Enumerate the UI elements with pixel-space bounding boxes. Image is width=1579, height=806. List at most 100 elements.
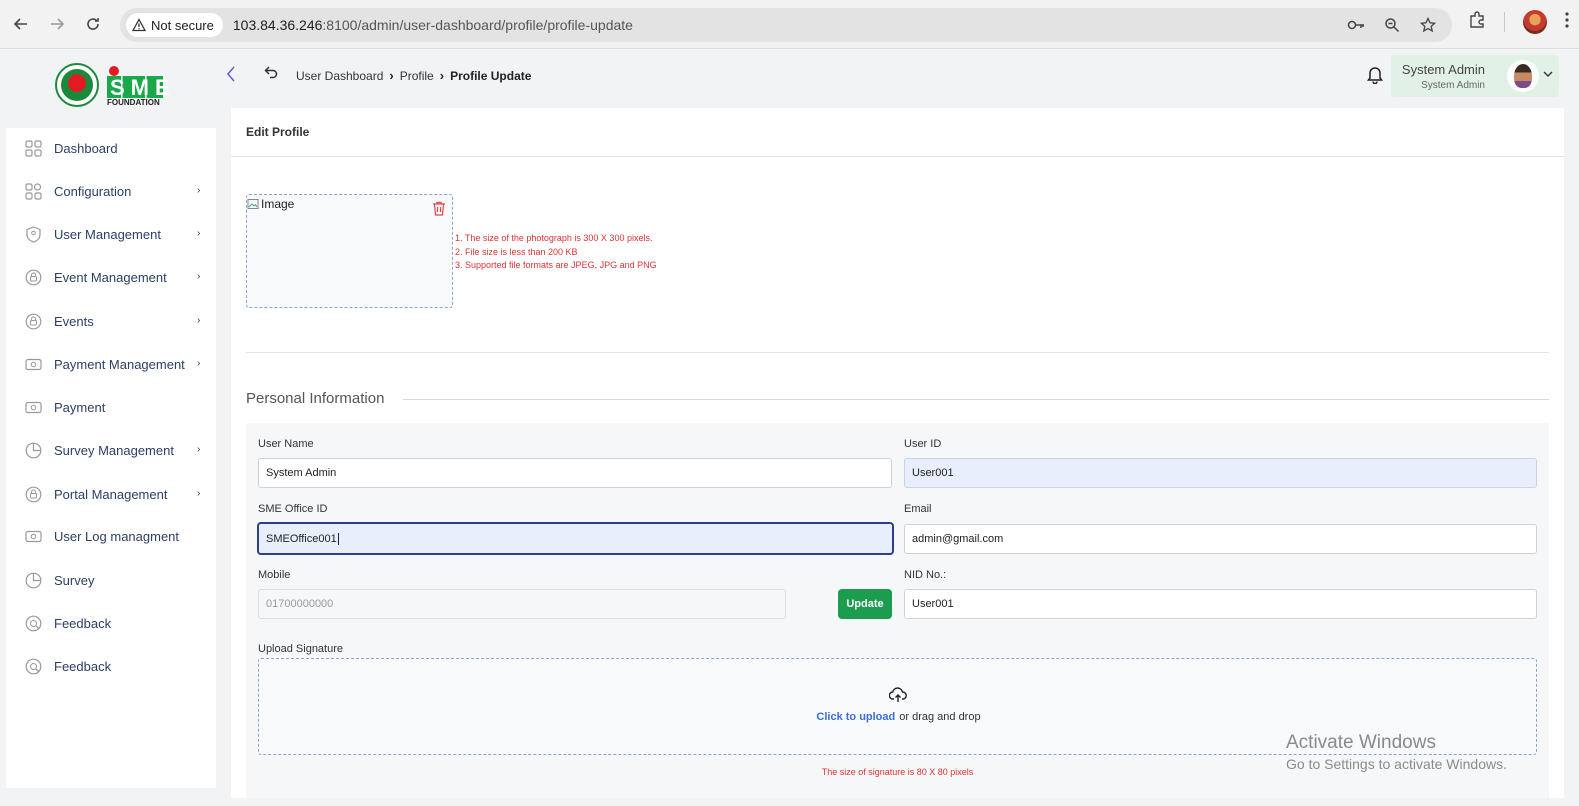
- watermark-line-2: Go to Settings to activate Windows.: [1286, 756, 1507, 772]
- cash-icon: [25, 358, 42, 371]
- sidebar-item-configuration[interactable]: Configuration ›: [6, 172, 216, 210]
- mobile-label: Mobile: [258, 569, 291, 581]
- sidebar-item-survey[interactable]: Survey: [6, 561, 216, 599]
- cloud-upload-icon: [888, 687, 907, 708]
- config-icon: [25, 183, 42, 200]
- security-label: Not secure: [151, 17, 214, 33]
- chevron-right-icon: ›: [197, 488, 201, 499]
- section-line: [403, 399, 1549, 400]
- bookmark-star-icon[interactable]: [1418, 15, 1438, 35]
- forward-arrow-icon[interactable]: [45, 12, 69, 36]
- sidebar-collapse-icon[interactable]: [226, 66, 236, 87]
- security-chip[interactable]: Not secure: [126, 13, 223, 37]
- user-name-label: User Name: [258, 438, 314, 450]
- profile-photo-dropzone[interactable]: Image: [246, 194, 453, 308]
- cash-icon: [25, 530, 42, 543]
- breadcrumb-user-dashboard[interactable]: User Dashboard: [296, 69, 383, 83]
- breadcrumb-profile[interactable]: Profile: [400, 69, 434, 83]
- sidebar-item-label: Configuration: [54, 184, 132, 199]
- update-mobile-button[interactable]: Update: [838, 589, 892, 619]
- image-alt-text: Image: [261, 197, 295, 211]
- sidebar-item-payment[interactable]: Payment: [6, 388, 216, 426]
- grid-icon: [25, 140, 42, 157]
- edit-profile-card: Edit Profile Image 1. The size of the ph…: [231, 108, 1564, 798]
- chevron-right-icon: ›: [197, 228, 201, 239]
- address-bar[interactable]: Not secure 103.84.36.246:8100/admin/user…: [120, 8, 1452, 42]
- pie-icon: [25, 572, 42, 589]
- nid-input[interactable]: User001: [904, 589, 1537, 619]
- chevron-right-icon: ›: [197, 444, 201, 455]
- logo-subtext: FOUNDATION: [107, 98, 160, 107]
- user-menu[interactable]: System Admin System Admin: [1391, 55, 1559, 97]
- key-icon[interactable]: [1346, 15, 1366, 35]
- breadcrumb-profile-update: Profile Update: [450, 68, 532, 83]
- broken-image-icon: [247, 199, 259, 209]
- chevron-down-icon[interactable]: [1543, 69, 1553, 80]
- feedback-icon: [25, 658, 42, 675]
- sidebar-item-dashboard[interactable]: Dashboard: [6, 129, 216, 167]
- user-avatar: [1507, 60, 1539, 92]
- photo-rules: 1. The size of the photograph is 300 X 3…: [455, 232, 657, 273]
- email-input[interactable]: admin@gmail.com: [904, 524, 1537, 554]
- notification-bell-icon[interactable]: [1366, 64, 1384, 89]
- sidebar-item-label: Portal Management: [54, 487, 168, 502]
- extensions-icon[interactable]: [1468, 10, 1486, 34]
- sidebar: Dashboard Configuration › User Managemen…: [6, 128, 216, 788]
- sidebar-item-label: Event Management: [54, 270, 167, 285]
- user-name: System Admin: [1401, 62, 1485, 77]
- divider: [246, 352, 1549, 353]
- user-id-label: User ID: [904, 438, 942, 450]
- cash-icon: [25, 401, 42, 414]
- sidebar-item-events[interactable]: Events ›: [6, 302, 216, 340]
- chevron-right-icon: ›: [439, 68, 445, 83]
- user-id-input[interactable]: User001: [904, 458, 1537, 488]
- sidebar-item-label: Payment: [54, 400, 106, 415]
- undo-back-icon[interactable]: [264, 65, 278, 84]
- sidebar-item-user-management[interactable]: User Management ›: [6, 215, 216, 253]
- signature-label: Upload Signature: [258, 643, 344, 655]
- url-host: 103.84.36.246: [232, 17, 323, 33]
- upload-instructions: Click to upload or drag and drop: [259, 711, 1538, 723]
- office-id-value: SMEOffice001: [266, 532, 337, 545]
- sidebar-item-label: Dashboard: [54, 141, 118, 156]
- lock-icon: [25, 313, 42, 330]
- sidebar-item-payment-management[interactable]: Payment Management ›: [6, 345, 216, 383]
- sidebar-item-label: Survey: [54, 573, 95, 588]
- drag-drop-text: or drag and drop: [899, 711, 981, 723]
- click-to-upload-link[interactable]: Click to upload: [816, 711, 895, 723]
- section-title: Personal Information: [246, 390, 385, 407]
- user-role: System Admin: [1421, 80, 1485, 91]
- browser-menu-icon[interactable]: [1565, 11, 1569, 33]
- sme-foundation-logo[interactable]: SME FOUNDATION: [55, 62, 170, 108]
- sidebar-item-event-management[interactable]: Event Management ›: [6, 258, 216, 296]
- mobile-input[interactable]: 01700000000: [258, 589, 786, 619]
- chevron-right-icon: ›: [197, 185, 201, 196]
- url-text[interactable]: 103.84.36.246:8100/admin/user-dashboard/…: [233, 17, 633, 33]
- user-name-input[interactable]: System Admin: [258, 458, 892, 488]
- sidebar-item-label: Feedback: [54, 616, 112, 631]
- sidebar-item-label: Payment Management: [54, 357, 185, 372]
- breadcrumb: User Dashboard › Profile › Profile Updat…: [296, 68, 531, 83]
- sidebar-item-feedback[interactable]: Feedback: [6, 604, 216, 642]
- email-label: Email: [904, 503, 932, 515]
- trash-icon[interactable]: [432, 201, 446, 221]
- chevron-right-icon: ›: [197, 271, 201, 282]
- zoom-icon[interactable]: [1382, 15, 1402, 35]
- sidebar-item-survey-management[interactable]: Survey Management ›: [6, 431, 216, 469]
- windows-activation-watermark: Activate Windows Go to Settings to activ…: [1286, 732, 1507, 772]
- reload-icon[interactable]: [81, 12, 105, 36]
- pie-icon: [25, 442, 42, 459]
- lock-icon: [25, 269, 42, 286]
- sidebar-item-label: Events: [54, 314, 94, 329]
- chevron-right-icon: ›: [197, 315, 201, 326]
- back-arrow-icon[interactable]: [9, 12, 33, 36]
- sidebar-item-portal-management[interactable]: Portal Management ›: [6, 475, 216, 513]
- office-id-input[interactable]: SMEOffice001: [257, 522, 894, 555]
- feedback-icon: [25, 615, 42, 632]
- url-path: :8100/admin/user-dashboard/profile/profi…: [322, 17, 633, 33]
- shield-icon: [26, 226, 41, 243]
- sidebar-item-feedback-2[interactable]: Feedback: [6, 647, 216, 685]
- photo-rule: 1. The size of the photograph is 300 X 3…: [455, 233, 653, 243]
- sidebar-item-user-log[interactable]: User Log managment: [6, 517, 216, 555]
- browser-profile-avatar[interactable]: [1523, 10, 1547, 34]
